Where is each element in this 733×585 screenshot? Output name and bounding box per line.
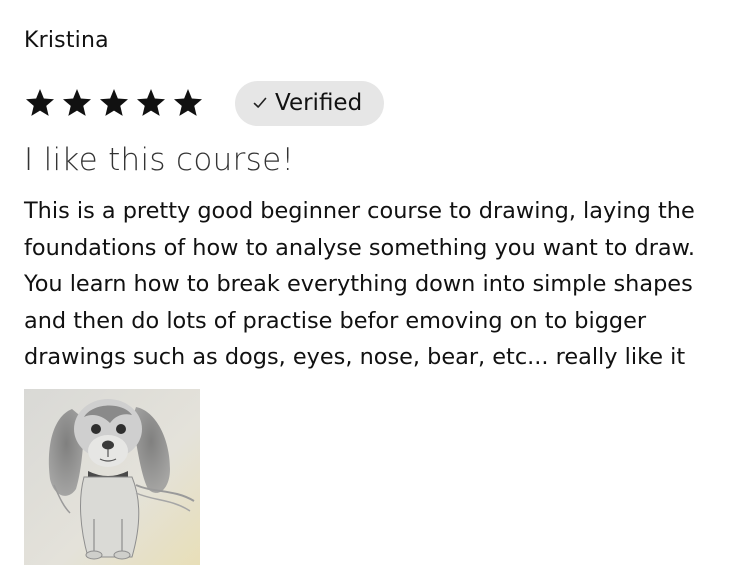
review-body-line: You learn how to break everything down i… — [24, 271, 693, 297]
check-icon — [253, 97, 267, 108]
star-icon — [26, 89, 54, 116]
review-body: This is a pretty good beginner course to… — [24, 193, 724, 376]
rating-row: Verified — [24, 80, 724, 126]
reviewer-name: Kristina — [24, 28, 109, 53]
star-rating — [24, 87, 204, 119]
verified-badge: Verified — [235, 80, 385, 126]
review-body-line: foundations of how to analyse something … — [24, 234, 695, 261]
star-icon — [137, 89, 165, 116]
review-body-line: and then do lots of practise befor emovi… — [24, 307, 647, 334]
star-icon — [174, 89, 202, 116]
star-icon — [100, 89, 128, 116]
review-card: Kristina Verified I like this course! Th… — [24, 22, 724, 565]
review-body-line: This is a pretty good beginner course to… — [24, 198, 695, 224]
verified-label: Verified — [275, 90, 363, 116]
review-body-line: drawings such as dogs, eyes, nose, bear,… — [24, 344, 686, 370]
star-icon — [63, 89, 91, 116]
review-headline: I like this course! — [24, 142, 295, 178]
review-photo[interactable] — [24, 388, 200, 565]
